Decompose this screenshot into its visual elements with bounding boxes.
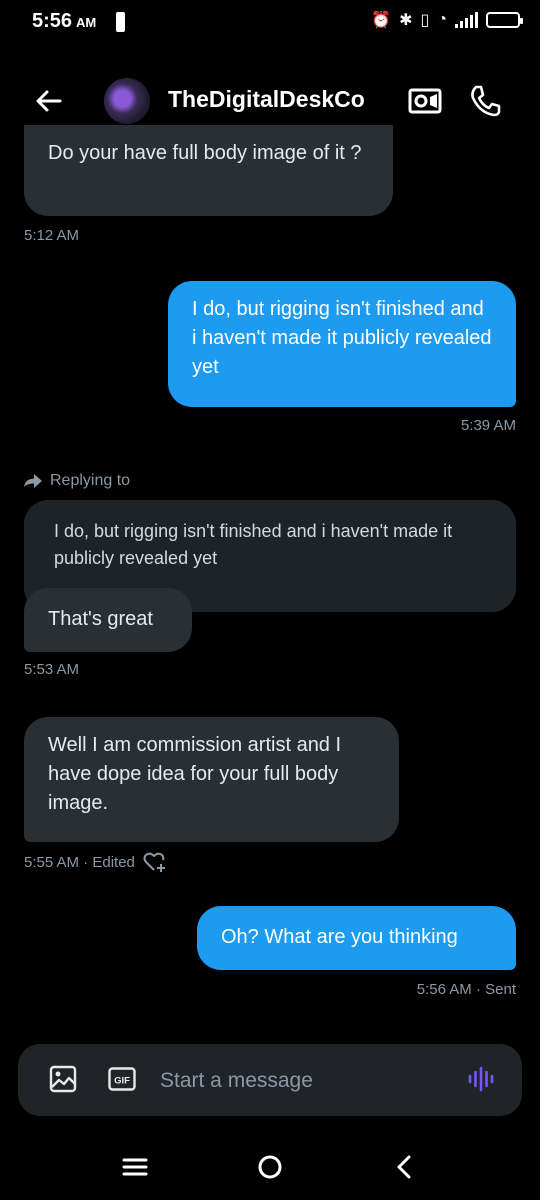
reply-arrow-icon <box>24 474 42 488</box>
message-bubble-sent[interactable]: I do, but rigging isn't finished and i h… <box>168 281 516 407</box>
message-bubble-received[interactable]: That's great <box>24 588 192 652</box>
sim-indicator-icon <box>116 12 125 32</box>
message-meta-row: 5:55 AM · Edited <box>24 851 167 873</box>
voice-wave-icon[interactable] <box>466 1064 496 1094</box>
message-timestamp: 5:56 AM · Sent <box>416 981 516 998</box>
message-input[interactable] <box>158 1062 452 1100</box>
battery-icon <box>486 12 523 28</box>
gif-label: GIF <box>114 1076 130 1087</box>
video-call-icon[interactable] <box>408 86 442 116</box>
image-icon[interactable] <box>49 1065 77 1093</box>
replying-to-label: Replying to <box>24 472 130 490</box>
alarm-icon: ⏰ <box>371 12 392 29</box>
message-bubble-sent[interactable]: Oh? What are you thinking <box>197 906 516 970</box>
phone-icon[interactable] <box>468 84 502 118</box>
avatar[interactable] <box>104 78 150 124</box>
status-icons: ⏰ ✱ ▯ ◔ <box>371 10 523 30</box>
conversation-header: TheDigitalDeskCo <box>0 72 540 128</box>
status-bar: 5:56 AM ⏰ ✱ ▯ ◔ <box>0 0 540 44</box>
message-timestamp: 5:39 AM <box>460 417 516 434</box>
gif-icon[interactable]: GIF <box>108 1067 136 1091</box>
back-arrow-icon[interactable] <box>34 86 64 116</box>
home-circle-icon[interactable] <box>253 1150 287 1184</box>
message-composer: GIF <box>18 1044 522 1116</box>
message-timestamp: 5:53 AM <box>24 661 80 678</box>
vibrate-icon: ▯ <box>420 12 430 29</box>
message-timestamp: 5:55 AM · Edited <box>24 853 135 871</box>
message-bubble-received[interactable]: Well I am commission artist and I have d… <box>24 717 399 842</box>
conversation-title[interactable]: TheDigitalDeskCo <box>168 86 365 113</box>
back-chevron-icon[interactable] <box>388 1150 422 1184</box>
menu-icon[interactable] <box>118 1150 152 1184</box>
add-reaction-icon[interactable] <box>143 851 167 873</box>
bluetooth-icon: ✱ <box>399 12 413 29</box>
system-navigation-bar <box>0 1140 540 1200</box>
signal-icon <box>455 12 478 28</box>
message-timestamp: 5:12 AM <box>24 227 80 244</box>
message-bubble-received[interactable]: Do your have full body image of it ? <box>24 125 393 216</box>
wifi-icon: ◔ <box>437 11 447 28</box>
status-time: 5:56 AM <box>32 10 97 32</box>
